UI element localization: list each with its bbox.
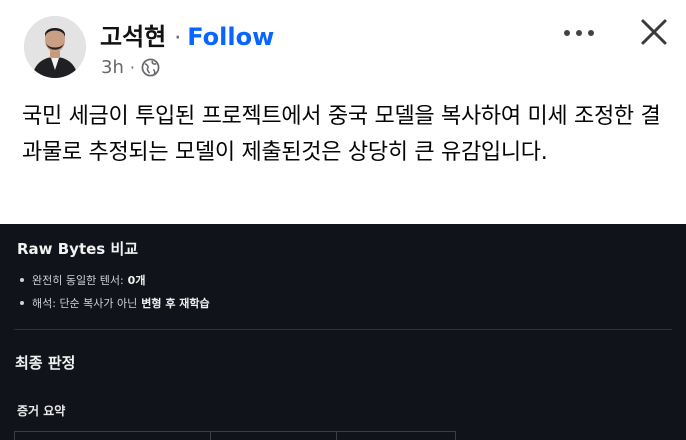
meta-separator: · [129, 58, 135, 77]
raw-bytes-heading: Raw Bytes 비교 [17, 240, 139, 258]
post-header: 고석현 · Follow 3h · [0, 0, 686, 92]
bullet-text: 해석: 단순 복사가 아닌 [32, 297, 138, 310]
table-cell [15, 432, 211, 440]
section-divider [14, 329, 672, 330]
table-cell [337, 432, 455, 440]
follow-button[interactable]: Follow [187, 23, 274, 51]
close-icon[interactable] [634, 12, 674, 52]
author-row: 고석현 · Follow [100, 17, 274, 52]
post-text: 국민 세금이 투입된 프로젝트에서 중국 모델을 복사하여 미세 조정한 결과물… [22, 104, 661, 165]
bullet-value: 0개 [127, 274, 146, 287]
author-name[interactable]: 고석현 [100, 17, 166, 52]
name-separator: · [174, 26, 182, 51]
more-options-icon[interactable] [556, 22, 602, 44]
post-meta: 3h · [101, 57, 160, 78]
bullet-text: 완전히 동일한 텐서: [32, 274, 124, 287]
more-dot [564, 30, 570, 36]
author-avatar[interactable] [24, 16, 86, 78]
bullet-item: 해석: 단순 복사가 아닌 변형 후 재학습 [20, 295, 210, 311]
more-dot [588, 30, 594, 36]
attached-screenshot[interactable]: Raw Bytes 비교 완전히 동일한 텐서: 0개 해석: 단순 복사가 아… [0, 224, 686, 440]
verdict-heading: 최종 판정 [15, 354, 76, 372]
table-cell [211, 432, 337, 440]
post-timestamp[interactable]: 3h [101, 57, 124, 78]
globe-icon[interactable] [141, 58, 160, 77]
more-dot [576, 30, 582, 36]
summary-table-edge [14, 431, 456, 440]
bullet-value: 변형 후 재학습 [141, 297, 210, 310]
evidence-summary-heading: 증거 요약 [17, 404, 66, 418]
bullet-item: 완전히 동일한 텐서: 0개 [20, 272, 145, 288]
